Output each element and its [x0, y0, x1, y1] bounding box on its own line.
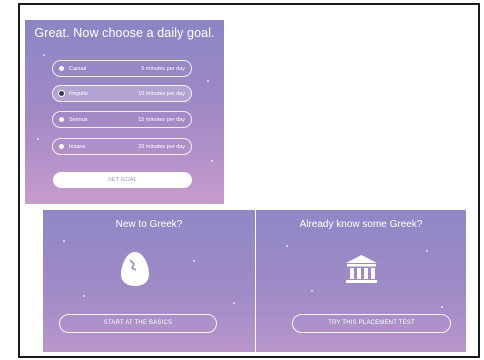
sparkle-decoration	[43, 54, 45, 56]
placement-panel: Already know some Greek? TRY THIS PLACEM…	[256, 210, 466, 352]
sparkle-decoration	[63, 240, 65, 242]
sparkle-decoration	[426, 250, 428, 252]
goal-option-insane[interactable]: Insane 20 minutes per day	[52, 138, 192, 155]
goal-option-regular[interactable]: Regular 10 minutes per day	[52, 85, 192, 102]
goal-option-time: 15 minutes per day	[138, 116, 185, 123]
building-icon	[346, 255, 377, 283]
goal-option-label: Insane	[69, 143, 86, 150]
sparkle-decoration	[37, 138, 39, 140]
start-basics-button[interactable]: START AT THE BASICS	[59, 314, 217, 333]
placement-title: Already know some Greek?	[299, 219, 423, 230]
set-goal-button[interactable]: SET GOAL	[53, 172, 192, 188]
radio-icon	[59, 117, 64, 122]
goal-option-serious[interactable]: Serious 15 minutes per day	[52, 111, 192, 128]
goal-title: Great. Now choose a daily goal.	[34, 26, 215, 40]
new-learner-panel: New to Greek? START AT THE BASICS	[43, 210, 255, 352]
sparkle-decoration	[233, 302, 235, 304]
goal-option-label: Regular	[69, 90, 89, 97]
new-learner-title: New to Greek?	[115, 219, 183, 230]
goal-option-time: 20 minutes per day	[138, 143, 185, 150]
goal-option-time: 5 minutes per day	[141, 65, 185, 72]
sparkle-decoration	[83, 295, 85, 297]
goal-option-label: Casual	[69, 65, 87, 72]
goal-option-casual[interactable]: Casual 5 minutes per day	[52, 60, 192, 77]
sparkle-decoration	[441, 306, 443, 308]
sparkle-decoration	[311, 290, 313, 292]
radio-icon	[59, 144, 64, 149]
sparkle-decoration	[207, 80, 209, 82]
egg-icon	[121, 252, 149, 286]
sparkle-decoration	[211, 160, 213, 162]
goal-option-time: 10 minutes per day	[138, 90, 185, 97]
daily-goal-panel: Great. Now choose a daily goal. Casual 5…	[25, 20, 224, 204]
radio-selected-icon	[59, 91, 64, 96]
goal-option-label: Serious	[69, 116, 88, 123]
sparkle-decoration	[286, 245, 288, 247]
radio-icon	[59, 66, 64, 71]
placement-test-button[interactable]: TRY THIS PLACEMENT TEST	[292, 314, 451, 333]
sparkle-decoration	[193, 260, 195, 262]
